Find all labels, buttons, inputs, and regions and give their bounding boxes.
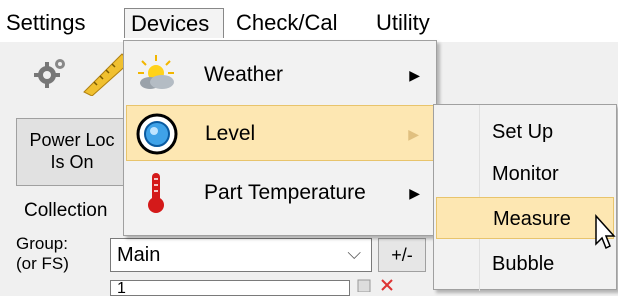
menu-item-part-temperature-label: Part Temperature bbox=[204, 181, 366, 204]
plus-minus-button[interactable]: +/- bbox=[378, 238, 426, 272]
menu-settings[interactable]: Settings bbox=[0, 8, 92, 38]
submenu-item-set-up[interactable]: Set Up bbox=[436, 111, 614, 153]
level-icon bbox=[136, 113, 178, 155]
collection-label: Collection bbox=[24, 200, 108, 221]
submenu-item-monitor[interactable]: Monitor bbox=[436, 153, 614, 195]
group-select[interactable]: Main ⌵ bbox=[110, 238, 372, 272]
power-lock-line1: Power Loc bbox=[29, 130, 115, 150]
submenu-arrow-icon: ▶ bbox=[409, 67, 420, 83]
group-label-line2: (or FS) bbox=[16, 254, 69, 273]
menu-item-level[interactable]: Level ▶ bbox=[126, 105, 434, 161]
chevron-down-icon[interactable]: ⌵ bbox=[347, 237, 361, 269]
group-label-line1: Group: bbox=[16, 234, 68, 253]
row-tools-icon[interactable] bbox=[352, 278, 412, 292]
gear-icon[interactable] bbox=[34, 56, 68, 90]
submenu-item-set-up-label: Set Up bbox=[492, 121, 554, 143]
submenu-item-bubble-label: Bubble bbox=[492, 253, 555, 275]
submenu-arrow-icon: ▶ bbox=[408, 126, 419, 142]
submenu-item-monitor-label: Monitor bbox=[492, 163, 559, 185]
devices-menu: Weather ▶ Level ▶ Part Temperature ▶ bbox=[123, 40, 437, 236]
menu-devices[interactable]: Devices bbox=[124, 8, 224, 38]
thermometer-icon bbox=[148, 173, 164, 213]
submenu-item-measure-label: Measure bbox=[493, 208, 571, 230]
group-label: Group: (or FS) bbox=[16, 234, 104, 274]
menu-item-weather[interactable]: Weather ▶ bbox=[126, 47, 434, 103]
submenu-item-measure[interactable]: Measure bbox=[436, 197, 614, 239]
weather-icon bbox=[138, 55, 174, 89]
power-lock-line2: Is On bbox=[50, 152, 94, 172]
value-field[interactable]: 1 bbox=[110, 280, 350, 296]
group-select-value: Main bbox=[117, 244, 161, 266]
menu-utility[interactable]: Utility bbox=[370, 8, 436, 38]
menu-item-level-label: Level bbox=[205, 122, 256, 145]
menu-bar: Settings Devices Check/Cal Utility bbox=[0, 0, 618, 43]
mouse-cursor-icon bbox=[595, 214, 616, 250]
menu-check-cal[interactable]: Check/Cal bbox=[230, 8, 343, 38]
menu-item-weather-label: Weather bbox=[204, 63, 283, 86]
submenu-item-bubble[interactable]: Bubble bbox=[436, 243, 614, 285]
level-submenu: Set Up Monitor Measure Bubble bbox=[433, 104, 617, 291]
submenu-arrow-icon: ▶ bbox=[409, 185, 420, 201]
power-lock-button[interactable]: Power Loc Is On bbox=[16, 118, 128, 186]
menu-item-part-temperature[interactable]: Part Temperature ▶ bbox=[126, 165, 434, 221]
